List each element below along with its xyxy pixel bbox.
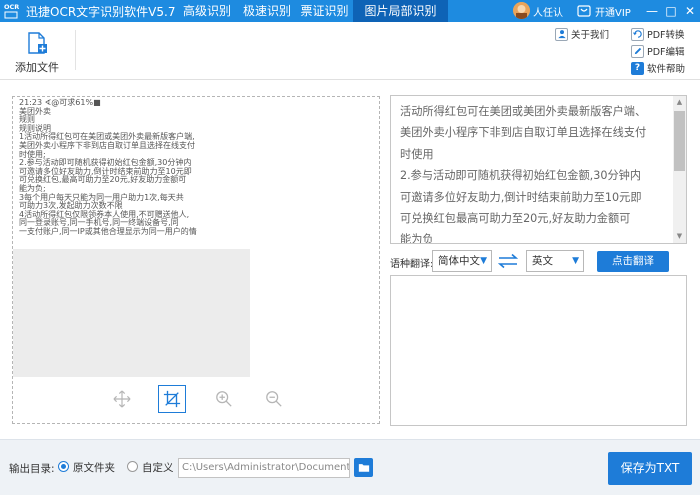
- ocr-line: 可邀请多位好友助力,倒计时结束前助力至10元即: [400, 190, 642, 204]
- tab-advanced[interactable]: 高级识别: [176, 0, 238, 22]
- radio-original-folder-label[interactable]: 原文件夹: [73, 460, 115, 475]
- software-help-label: 软件帮助: [647, 64, 686, 75]
- scroll-up-icon[interactable]: ▲: [673, 96, 686, 109]
- output-directory-label: 输出目录:: [9, 463, 55, 475]
- radio-original-folder[interactable]: [58, 461, 69, 472]
- bottom-bar: 输出目录: 原文件夹 自定义 C:\Users\Administrator\Do…: [0, 439, 700, 495]
- scroll-thumb[interactable]: [674, 111, 685, 171]
- ocr-result-textarea[interactable]: 活动所得红包可在美团或美团外卖最新版客户端、 美团外卖小程序下非到店自取订单且选…: [390, 95, 687, 244]
- image-blank-area: [13, 249, 250, 377]
- save-as-txt-button[interactable]: 保存为TXT: [608, 452, 692, 485]
- ocr-result-text: 活动所得红包可在美团或美团外卖最新版客户端、 美团外卖小程序下非到店自取订单且选…: [400, 101, 665, 244]
- translation-output-textarea[interactable]: [390, 275, 687, 426]
- ocr-line: 活动所得红包可在美团或美团外卖最新版客户端、: [400, 105, 647, 118]
- zoom-in-icon[interactable]: [210, 385, 238, 413]
- pdf-convert-label: PDF转换: [647, 30, 685, 41]
- about-us-label: 关于我们: [571, 30, 610, 41]
- about-us-button[interactable]: 关于我们: [555, 27, 609, 41]
- tab-image-region[interactable]: 图片局部识别: [353, 0, 448, 22]
- chevron-down-icon: ▼: [572, 256, 579, 266]
- output-path-input[interactable]: C:\Users\Administrator\Documents: [178, 458, 350, 478]
- chevron-down-icon: ▼: [480, 256, 487, 266]
- image-text-line: 一支付账户,同一IP或其他合理显示为同一用户的情: [19, 226, 197, 236]
- image-preview: 21:23 ∢@可求61%■ 美团外卖 规则 规则说明 1活动所得红包可在美团或…: [13, 97, 250, 249]
- swap-icon[interactable]: [498, 253, 518, 269]
- open-vip-link[interactable]: 开通VIP: [595, 4, 631, 19]
- title-bar: OCR 迅捷OCR文字识别软件V5.7 高级识别 极速识别 票证识别 图片局部识…: [0, 0, 700, 22]
- image-text-line: 美团外卖: [19, 106, 51, 116]
- ocr-line: 能为负: [400, 233, 434, 244]
- ocr-line: 2.参与活动即可随机获得初始红包金额,30分钟内: [400, 169, 642, 183]
- app-title: 迅捷OCR文字识别软件V5.7: [26, 5, 176, 19]
- image-text-line: 21:23 ∢@可求61%■: [19, 98, 101, 107]
- pencil-icon: [631, 44, 644, 58]
- folder-icon: [358, 464, 369, 472]
- scroll-down-icon[interactable]: ▼: [673, 230, 686, 243]
- minimize-button[interactable]: —: [643, 1, 661, 21]
- target-language-value: 英文: [532, 255, 553, 267]
- translate-button[interactable]: 点击翻译: [597, 251, 669, 272]
- ocr-line: 时使用: [400, 147, 434, 161]
- image-text-line: 可兑换红包,最高可助力至20元,好友助力金额可: [19, 175, 187, 185]
- image-text-line: 美团外卖小程序下非到店自取订单且选择在线支付: [19, 140, 195, 150]
- toolbar-divider: [75, 30, 76, 70]
- source-language-value: 简体中文: [438, 255, 480, 267]
- pdf-convert-button[interactable]: PDF转换: [631, 27, 685, 41]
- ocr-line: 可兑换红包最高可助力至20元,好友助力金额可: [400, 212, 631, 226]
- user-icon: [555, 27, 568, 41]
- software-help-button[interactable]: ? 软件帮助: [631, 61, 685, 75]
- tab-fast[interactable]: 极速识别: [238, 0, 296, 22]
- radio-custom-label[interactable]: 自定义: [142, 460, 174, 475]
- browse-folder-button[interactable]: [354, 458, 373, 477]
- avatar[interactable]: [513, 2, 530, 19]
- pdf-edit-button[interactable]: PDF编辑: [631, 44, 685, 58]
- move-icon[interactable]: [108, 385, 136, 413]
- source-language-select[interactable]: 简体中文 ▼: [432, 250, 492, 272]
- translation-label: 语种翻译:: [390, 259, 434, 270]
- pdf-edit-label: PDF编辑: [647, 47, 685, 58]
- close-button[interactable]: ✕: [681, 1, 699, 21]
- cart-icon[interactable]: [577, 4, 591, 18]
- tab-ticket[interactable]: 票证识别: [296, 0, 353, 22]
- refresh-icon: [631, 27, 644, 41]
- ocr-logo-icon: OCR: [2, 1, 22, 21]
- add-file-button[interactable]: 添加文件: [15, 59, 59, 75]
- logo-text: OCR: [4, 3, 19, 11]
- radio-custom[interactable]: [127, 461, 138, 472]
- crop-icon[interactable]: [158, 385, 186, 413]
- target-language-select[interactable]: 英文 ▼: [526, 250, 584, 272]
- toolbar: 添加文件 关于我们 PDF转换 PDF编辑 ? 软件帮助: [0, 22, 700, 80]
- ocr-scrollbar[interactable]: ▲ ▼: [673, 96, 686, 243]
- user-name[interactable]: 人任认: [533, 4, 563, 19]
- avatar-face-icon: [513, 2, 530, 19]
- help-icon: ?: [631, 61, 644, 75]
- image-text-line: 规则: [19, 115, 35, 125]
- ocr-line: 美团外卖小程序下非到店自取订单且选择在线支付: [400, 126, 647, 140]
- image-preview-panel[interactable]: 21:23 ∢@可求61%■ 美团外卖 规则 规则说明 1活动所得红包可在美团或…: [12, 96, 380, 424]
- maximize-button[interactable]: □: [662, 1, 680, 21]
- add-file-icon[interactable]: [26, 32, 48, 54]
- zoom-out-icon[interactable]: [260, 385, 288, 413]
